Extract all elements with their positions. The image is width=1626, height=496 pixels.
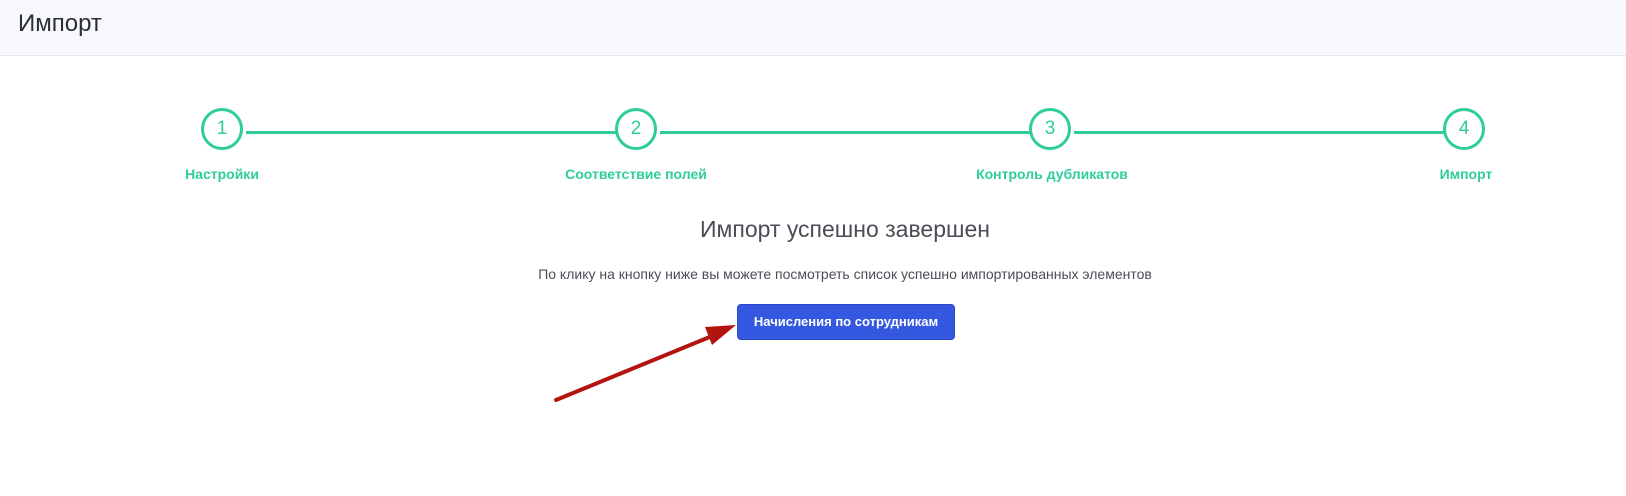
red-arrow-annotation <box>554 325 736 402</box>
arrow-head <box>705 325 736 345</box>
arrow-shaft <box>554 332 719 402</box>
